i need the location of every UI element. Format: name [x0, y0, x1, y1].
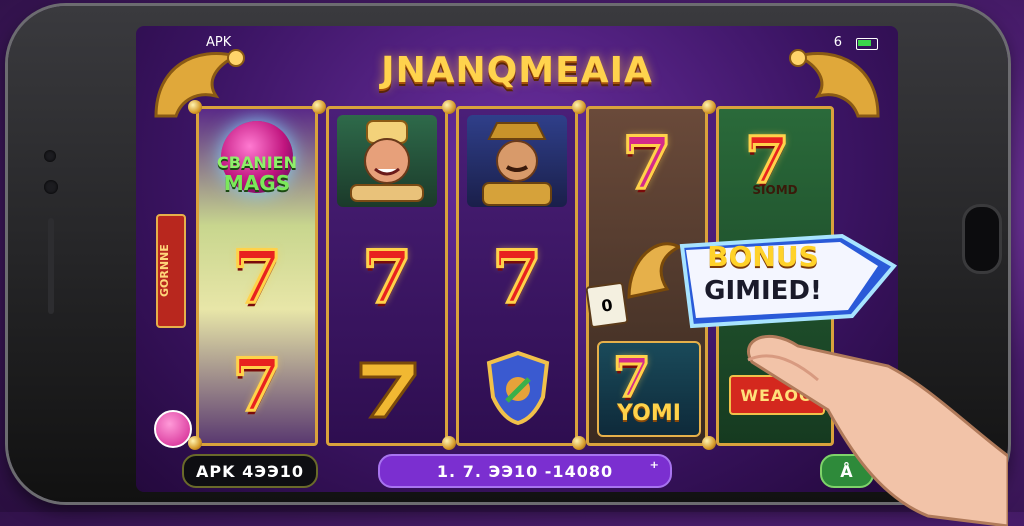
- plus-icon[interactable]: ⁺: [649, 458, 660, 479]
- man-character-tile: [467, 115, 567, 207]
- camera-icon: [44, 150, 56, 162]
- reel4-caption: SIOMD: [752, 183, 798, 197]
- reel-stud: [572, 436, 586, 450]
- reel-2[interactable]: 7: [326, 106, 448, 446]
- seven-symbol: 7: [360, 234, 413, 319]
- reel-1[interactable]: CBANIEN MAGS 7 7: [196, 106, 318, 446]
- game-title: JNANQMEAIA: [381, 50, 653, 91]
- pink-token-icon[interactable]: [154, 410, 192, 448]
- reel1-title-line2: MAGS: [223, 171, 291, 195]
- sensor-icon: [44, 180, 58, 194]
- phone-frame: APK 6 JNANQMEAIA GORNNE CBANIEN MAGS 7 7: [8, 6, 1008, 526]
- side-speaker: [48, 218, 54, 314]
- reel-stud: [572, 100, 586, 114]
- balance-bar[interactable]: 1. 7. ЭЭ10 -14080 ⁺: [378, 454, 672, 488]
- chef-face-icon: [350, 120, 424, 202]
- reel1-title-line1: CBANIEN: [217, 153, 297, 172]
- seven-symbol: 7: [620, 120, 673, 205]
- shield-icon: [486, 350, 550, 426]
- hand-icon: [747, 334, 1008, 526]
- seven-symbol: 7: [230, 342, 283, 427]
- chef-character-tile: [337, 115, 437, 207]
- dice-tile-label: 0: [600, 294, 614, 316]
- seven-symbol: 7: [230, 234, 283, 319]
- reel-stud: [312, 100, 326, 114]
- reel-stud: [702, 100, 716, 114]
- side-label: GORNNE: [156, 214, 186, 328]
- reel-stud: [188, 436, 202, 450]
- gold-seven-icon: [359, 361, 417, 419]
- yomi-label: YOMI: [617, 401, 681, 426]
- reel-stud: [442, 436, 456, 450]
- home-button[interactable]: [962, 204, 1002, 274]
- reel-stud: [188, 100, 202, 114]
- reel-3[interactable]: 7: [456, 106, 578, 446]
- dice-tile: 0: [585, 281, 629, 329]
- reel-stud: [442, 100, 456, 114]
- seven-symbol: 7: [490, 234, 543, 319]
- bonus-text-line1: BONUS: [707, 240, 819, 273]
- man-face-icon: [482, 122, 552, 206]
- bonus-text-line2: GIMIED!: [704, 276, 822, 306]
- balance-value: 1. 7. ЭЭ10 -14080: [436, 461, 614, 481]
- apk-badge-label: APK 4ЭЭ10: [196, 461, 304, 481]
- apk-badge: APK 4ЭЭ10: [182, 454, 318, 488]
- yomi-tile: 7 YOMI: [597, 341, 701, 437]
- side-label-text: GORNNE: [158, 244, 171, 298]
